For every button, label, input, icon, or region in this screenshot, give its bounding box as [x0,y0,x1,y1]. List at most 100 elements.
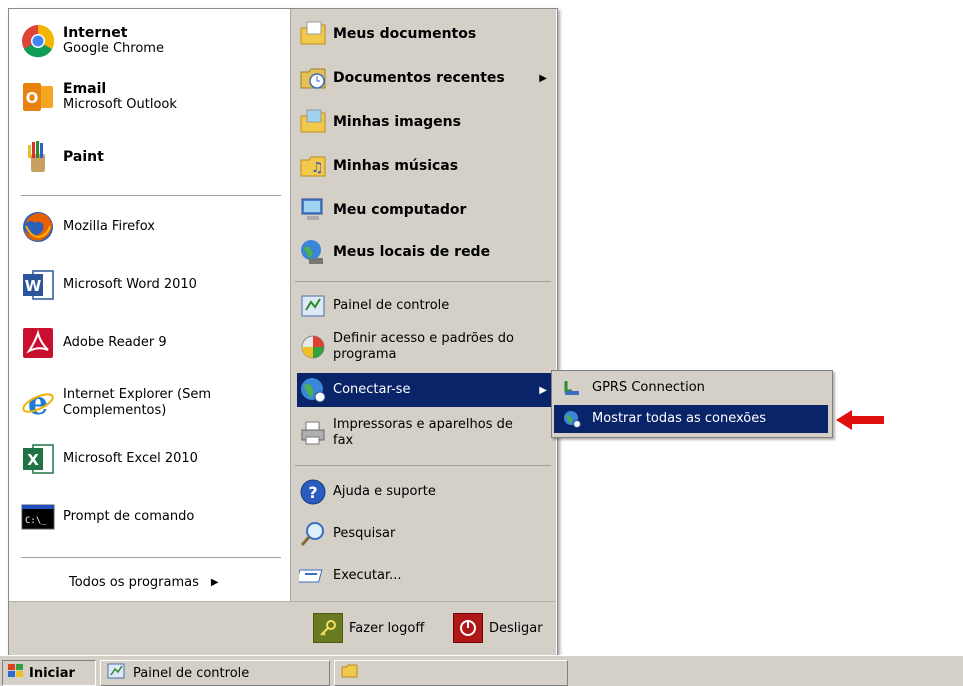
submenu-show-all-connections[interactable]: Mostrar todas as conexões [554,405,828,433]
all-programs-label: Todos os programas [69,574,199,590]
start-menu-footer: Fazer logoff Desligar [9,601,556,657]
excel-icon: X [21,442,55,476]
recent-word[interactable]: W Microsoft Word 2010 [21,265,276,305]
recent-adobe-reader[interactable]: Adobe Reader 9 [21,323,276,363]
run-icon [299,562,327,590]
recent-excel[interactable]: X Microsoft Excel 2010 [21,439,276,479]
connect-globe-icon [299,376,327,404]
place-my-computer-label: Meu computador [333,202,467,218]
windows-logo-icon [7,663,25,683]
svg-text:?: ? [308,483,317,502]
place-recent-documents-label: Documentos recentes [333,70,505,86]
taskbar-window-label: Painel de controle [133,665,250,681]
adobe-reader-icon [21,326,55,360]
printer-icon [299,419,327,447]
word-icon: W [21,268,55,302]
recent-documents-icon [299,64,327,92]
pinned-paint[interactable]: Paint [21,135,276,179]
key-icon [313,613,343,643]
svg-text:♫: ♫ [311,160,324,176]
folder-music-icon: ♫ [299,152,327,180]
modem-connection-icon [558,374,586,402]
logoff-label: Fazer logoff [349,620,425,636]
submenu-gprs-connection-label: GPRS Connection [592,380,705,395]
left-separator-top [21,195,281,196]
place-my-pictures-label: Minhas imagens [333,114,461,130]
svg-text:e: e [28,386,48,420]
control-panel-icon [299,292,327,320]
start-menu-right-pane: Meus documentos Documentos recentes ▶ Mi… [290,9,556,601]
recent-command-prompt[interactable]: C:\_ Prompt de comando [21,497,276,537]
place-network-places[interactable]: Meus locais de rede [299,235,549,269]
annotation-arrow-icon [836,408,886,436]
outlook-icon: O [21,80,55,114]
recent-internet-explorer[interactable]: e Internet Explorer (Sem Complementos) [21,381,276,425]
pinned-email[interactable]: O Email Microsoft Outlook [21,75,276,119]
place-my-music[interactable]: ♫ Minhas músicas [299,149,549,183]
recent-firefox[interactable]: Mozilla Firefox [21,207,276,247]
right-separator-1 [295,281,551,282]
program-access-icon [299,333,327,361]
place-my-computer[interactable]: Meu computador [299,193,549,227]
svg-text:X: X [27,451,39,469]
all-programs-button[interactable]: Todos os programas ▶ [69,571,249,593]
place-my-pictures[interactable]: Minhas imagens [299,105,549,139]
logoff-button[interactable]: Fazer logoff [313,612,424,644]
internet-explorer-icon: e [21,386,55,420]
recent-word-label: Microsoft Word 2010 [63,277,197,292]
left-separator-bottom [21,557,281,558]
search-label: Pesquisar [333,526,396,541]
taskbar: Iniciar Painel de controle [0,655,963,686]
search[interactable]: Pesquisar [299,517,549,551]
taskbar-window-control-panel[interactable]: Painel de controle [100,660,330,686]
taskbar-window-folder[interactable] [334,660,568,686]
run-label: Executar... [333,568,402,583]
right-separator-2 [295,465,551,466]
help-support[interactable]: ? Ajuda e suporte [299,475,549,509]
place-my-music-label: Minhas músicas [333,158,459,174]
folder-icon [341,663,359,683]
chevron-right-icon: ▶ [539,384,547,396]
pinned-paint-title: Paint [63,149,104,165]
pinned-internet[interactable]: Internet Google Chrome [21,19,276,63]
network-globe-icon [558,405,586,433]
place-network-places-label: Meus locais de rede [333,244,491,260]
folder-pictures-icon [299,108,327,136]
system-control-panel[interactable]: Painel de controle [299,291,549,321]
system-printers[interactable]: Impressoras e aparelhos de fax [299,413,549,453]
help-support-label: Ajuda e suporte [333,484,436,499]
svg-text:O: O [26,89,39,107]
chevron-right-icon: ▶ [539,72,547,84]
computer-icon [299,196,327,224]
submenu-gprs-connection[interactable]: GPRS Connection [554,374,828,402]
help-icon: ? [299,478,327,506]
system-printers-label: Impressoras e aparelhos de fax [333,417,513,448]
chevron-right-icon: ▶ [210,576,219,588]
chrome-icon [21,24,55,58]
place-my-documents[interactable]: Meus documentos [299,17,549,51]
system-program-access[interactable]: Definir acesso e padrões do programa [299,329,549,365]
system-connect-to-label: Conectar-se [333,382,411,397]
system-connect-to[interactable]: Conectar-se ▶ [297,373,551,407]
place-my-documents-label: Meus documentos [333,26,477,42]
shutdown-label: Desligar [489,620,543,636]
recent-internet-explorer-label: Internet Explorer (Sem Complementos) [63,387,211,418]
search-icon [299,520,327,548]
system-program-access-label: Definir acesso e padrões do programa [333,331,514,362]
shutdown-button[interactable]: Desligar [453,612,543,644]
system-control-panel-label: Painel de controle [333,298,450,313]
svg-text:W: W [25,277,42,295]
recent-command-prompt-label: Prompt de comando [63,509,195,524]
submenu-show-all-connections-label: Mostrar todas as conexões [592,411,767,426]
start-label: Iniciar [29,665,75,681]
pinned-internet-subtitle: Google Chrome [63,41,164,56]
firefox-icon [21,210,55,244]
place-recent-documents[interactable]: Documentos recentes ▶ [299,61,549,95]
network-icon [299,238,327,266]
connect-submenu: GPRS Connection Mostrar todas as conexõe… [551,370,833,438]
power-icon [453,613,483,643]
start-button[interactable]: Iniciar [2,660,96,686]
svg-text:C:\_: C:\_ [25,516,47,526]
run[interactable]: Executar... [299,561,549,591]
folder-documents-icon [299,20,327,48]
